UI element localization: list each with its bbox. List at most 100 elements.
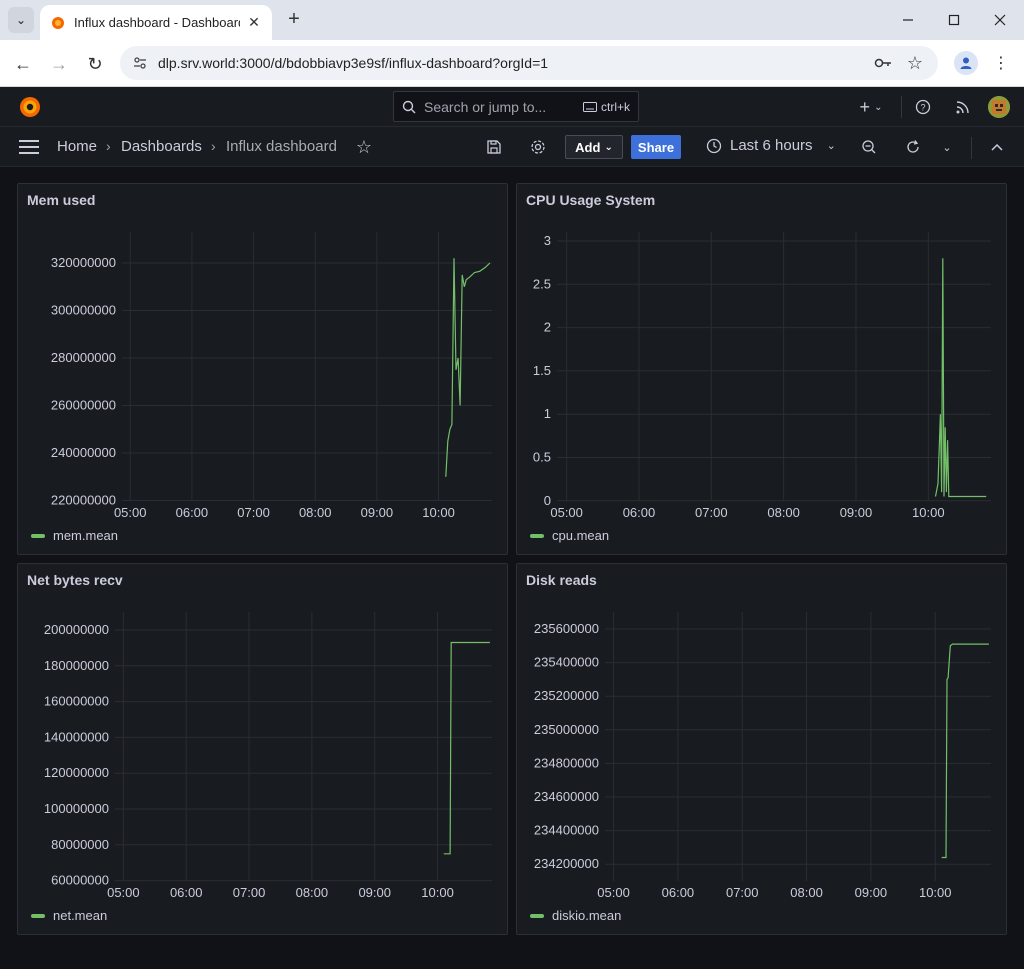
y-tick-label: 320000000 xyxy=(51,255,116,270)
legend-item[interactable]: net.mean xyxy=(31,908,107,923)
mem-used-chart: 05:00 06:00 07:00 08:00 09:00 10:00 320000000 3… xyxy=(51,232,492,520)
disk-reads-chart: 05:00 06:00 07:00 08:00 09:00 10:00 235600000 2… xyxy=(534,612,991,900)
y-tick-label: 2.5 xyxy=(533,276,551,291)
breadcrumb-current: Influx dashboard xyxy=(226,138,337,155)
legend-label: cpu.mean xyxy=(552,528,610,543)
x-tick-label: 05:00 xyxy=(597,885,630,900)
y-tick-label: 280000000 xyxy=(51,350,116,365)
divider xyxy=(971,137,972,159)
news-rss-icon[interactable] xyxy=(953,97,973,117)
x-tick-label: 08:00 xyxy=(296,885,329,900)
legend-item[interactable]: mem.mean xyxy=(31,528,118,543)
x-tick-label: 08:00 xyxy=(299,505,332,520)
y-tick-label: 260000000 xyxy=(51,398,116,413)
new-plus-dropdown-icon[interactable]: + ⌄ xyxy=(855,97,887,117)
y-tick-label: 80000000 xyxy=(51,837,109,852)
grafana-logo-icon[interactable] xyxy=(18,95,42,119)
search-bar[interactable]: Search or jump to... ctrl+k xyxy=(393,91,639,122)
y-tick-label: 235200000 xyxy=(534,688,599,703)
back-icon[interactable]: ← xyxy=(9,50,37,78)
y-tick-label: 235600000 xyxy=(534,621,599,636)
site-info-icon[interactable] xyxy=(132,55,148,71)
time-range-picker[interactable]: Last 6 hours ⌄ xyxy=(706,137,836,154)
user-avatar[interactable] xyxy=(988,96,1010,118)
add-button-label: Add xyxy=(575,139,601,155)
legend-label: mem.mean xyxy=(53,528,119,543)
breadcrumb-home[interactable]: Home xyxy=(57,138,97,155)
save-dashboard-icon[interactable] xyxy=(485,138,503,156)
legend-item[interactable]: diskio.mean xyxy=(530,908,621,923)
legend-swatch xyxy=(31,913,45,918)
y-tick-label: 180000000 xyxy=(44,658,109,673)
x-tick-label: 10:00 xyxy=(421,885,454,900)
tab-close-icon[interactable]: ✕ xyxy=(246,14,262,31)
browser-toolbar: ← → ↻ dlp.srv.world:3000/d/bdobbiavp3e9s… xyxy=(0,40,1024,87)
maximize-icon[interactable] xyxy=(939,6,969,34)
kebab-menu-icon[interactable]: ⋮ xyxy=(990,52,1012,74)
favorite-star-icon[interactable]: ☆ xyxy=(355,137,373,157)
y-tick-label: 234800000 xyxy=(534,755,599,770)
net-bytes-chart: 05:00 06:00 07:00 08:00 09:00 10:00 200000000 1… xyxy=(44,612,492,900)
y-tick-label: 300000000 xyxy=(51,303,116,318)
y-tick-label: 240000000 xyxy=(51,445,116,460)
chevron-down-icon: ⌄ xyxy=(826,140,836,152)
collapse-chevron-up-icon[interactable] xyxy=(988,138,1006,156)
x-tick-label: 09:00 xyxy=(840,505,873,520)
window-close-icon[interactable] xyxy=(985,6,1015,34)
svg-text:?: ? xyxy=(920,103,925,113)
search-icon xyxy=(402,100,416,113)
refresh-interval-chevron-icon[interactable]: ⌄ xyxy=(938,138,956,156)
time-range-label: Last 6 hours xyxy=(730,137,813,154)
breadcrumb-dashboards[interactable]: Dashboards xyxy=(121,138,202,155)
new-tab-plus-icon[interactable]: + xyxy=(282,8,306,32)
breadcrumb-separator: › xyxy=(211,138,216,154)
reload-icon[interactable]: ↻ xyxy=(81,50,109,78)
grafana-nav-bar: Home › Dashboards › Influx dashboard ☆ A… xyxy=(0,127,1024,167)
clock-icon xyxy=(706,138,722,153)
y-tick-label: 220000000 xyxy=(51,493,116,508)
tab-search-dropdown-icon[interactable]: ⌄ xyxy=(8,7,34,33)
add-button[interactable]: Add ⌄ xyxy=(565,135,623,159)
search-placeholder: Search or jump to... xyxy=(424,98,547,115)
forward-icon[interactable]: → xyxy=(45,50,73,78)
panel-cpu-usage-system[interactable]: CPU Usage System 05:00 06:00 07:00 08:00 09:… xyxy=(516,183,1007,555)
zoom-out-icon[interactable] xyxy=(860,138,878,156)
y-tick-label: 235400000 xyxy=(534,655,599,670)
y-tick-label: 140000000 xyxy=(44,729,109,744)
key-icon[interactable] xyxy=(872,52,894,74)
y-tick-label: 200000000 xyxy=(44,622,109,637)
legend-swatch xyxy=(530,533,544,538)
y-tick-label: 1.5 xyxy=(533,363,551,378)
browser-tab[interactable]: Influx dashboard - Dashboards ✕ xyxy=(40,5,272,40)
x-tick-label: 09:00 xyxy=(358,885,391,900)
x-tick-label: 07:00 xyxy=(237,505,270,520)
x-tick-label: 06:00 xyxy=(176,505,209,520)
browser-tab-bar: ⌄ Influx dashboard - Dashboards ✕ + xyxy=(0,0,1024,40)
menu-hamburger-icon[interactable] xyxy=(19,139,39,155)
search-shortcut: ctrl+k xyxy=(582,100,630,114)
address-bar[interactable]: dlp.srv.world:3000/d/bdobbiavp3e9sf/infl… xyxy=(120,46,938,80)
refresh-icon[interactable] xyxy=(904,138,922,156)
chevron-down-icon: ⌄ xyxy=(604,141,613,153)
settings-gear-icon[interactable] xyxy=(529,138,547,156)
legend-item[interactable]: cpu.mean xyxy=(530,528,609,543)
series-line-diskio-mean xyxy=(941,643,989,859)
x-tick-label: 07:00 xyxy=(233,885,266,900)
legend-label: net.mean xyxy=(53,908,108,923)
divider xyxy=(901,96,902,118)
x-tick-label: 06:00 xyxy=(170,885,203,900)
x-tick-label: 07:00 xyxy=(695,505,728,520)
share-button[interactable]: Share xyxy=(631,135,681,159)
x-tick-label: 05:00 xyxy=(114,505,147,520)
help-icon[interactable]: ? xyxy=(913,97,933,117)
cpu-usage-chart: 05:00 06:00 07:00 08:00 09:00 10:00 3 2.5 2 1.5 1 0… xyxy=(533,232,991,520)
panel-net-bytes-recv[interactable]: Net bytes recv 05:00 06:00 07:00 08:00 09:00… xyxy=(17,563,508,935)
y-tick-label: 0.5 xyxy=(533,450,551,465)
bookmark-star-icon[interactable]: ☆ xyxy=(904,52,926,74)
y-tick-label: 0 xyxy=(544,493,551,508)
panel-disk-reads[interactable]: Disk reads 05:00 06:00 07:00 08:00 09:00 10:0… xyxy=(516,563,1007,935)
minimize-icon[interactable] xyxy=(893,6,923,34)
series-line-cpu-mean xyxy=(934,258,987,498)
panel-mem-used[interactable]: Mem used 05:00 06:00 07:00 08:00 09:00 10:00 3… xyxy=(17,183,508,555)
profile-icon[interactable] xyxy=(954,51,978,75)
